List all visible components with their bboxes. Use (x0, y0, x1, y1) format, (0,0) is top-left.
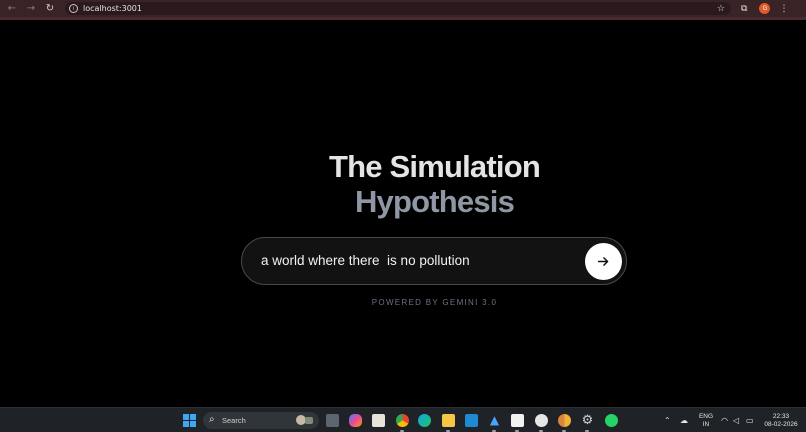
language-indicator[interactable]: ENG IN (697, 413, 715, 429)
language-region: IN (702, 421, 710, 428)
browser-toolbar: ← → ↻ i localhost:3001 ☆ ⧉ G ⋮ (0, 0, 806, 17)
reload-icon[interactable]: ↻ (43, 2, 57, 16)
bookmark-star-icon[interactable]: ☆ (717, 4, 725, 14)
chrome-canary-icon[interactable] (558, 414, 571, 427)
page-title-line2: Hypothesis (354, 184, 515, 219)
store-icon[interactable] (372, 414, 385, 427)
taskbar-search[interactable]: ⌕ Search (203, 412, 319, 429)
chrome-icon[interactable] (396, 414, 409, 427)
whatsapp-icon[interactable] (605, 414, 618, 427)
search-icon: ⌕ (209, 414, 215, 425)
taskbar: ⌕ Search ▲ ⚙ ⌃ ☁ ENG IN ◠ ◁ ▭ 22:33 08-0… (0, 407, 806, 432)
extensions-icon[interactable]: ⧉ (741, 4, 747, 14)
taskbar-search-label: Search (222, 416, 246, 425)
page-title-line1: The Simulation (329, 149, 541, 184)
notion-icon[interactable] (511, 414, 524, 427)
prompt-input-value[interactable]: a world where there is no pollution (261, 253, 470, 268)
wifi-icon[interactable]: ◠ (721, 416, 728, 425)
file-explorer-icon[interactable] (326, 414, 339, 427)
clock[interactable]: 22:33 08-02-2026 (762, 413, 800, 429)
copilot-icon[interactable] (349, 414, 362, 427)
language-code: ENG (698, 413, 714, 420)
address-bar[interactable]: i localhost:3001 ☆ (65, 2, 731, 15)
submit-button[interactable] (585, 243, 622, 280)
toolbar-divider (0, 17, 806, 20)
battery-icon[interactable]: ▭ (746, 416, 754, 425)
back-icon[interactable]: ← (5, 2, 19, 16)
powered-by-label: POWERED BY GEMINI 3.0 (371, 298, 498, 307)
settings-icon[interactable]: ⚙ (581, 414, 594, 427)
profile-avatar[interactable]: G (759, 3, 771, 14)
arrow-right-icon (597, 257, 609, 266)
app-icon[interactable]: ▲ (488, 414, 501, 427)
vscode-icon[interactable] (465, 414, 478, 427)
edge-icon[interactable] (418, 414, 431, 427)
discord-icon[interactable] (535, 414, 548, 427)
site-info-icon[interactable]: i (69, 4, 78, 13)
forward-icon[interactable]: → (24, 2, 38, 16)
cloud-icon[interactable]: ☁ (680, 416, 688, 425)
clock-time: 22:33 (772, 413, 790, 420)
windows-start-icon[interactable] (183, 414, 196, 427)
menu-icon[interactable]: ⋮ (779, 4, 788, 14)
prompt-input[interactable]: a world where there is no pollution (241, 237, 627, 285)
folder-icon[interactable] (442, 414, 455, 427)
clock-date: 08-02-2026 (764, 421, 798, 428)
speaker-muted-icon[interactable]: ◁ (733, 416, 739, 425)
widgets-icon (296, 415, 313, 425)
url-text[interactable]: localhost:3001 (83, 4, 142, 13)
chevron-up-icon[interactable]: ⌃ (664, 416, 671, 425)
